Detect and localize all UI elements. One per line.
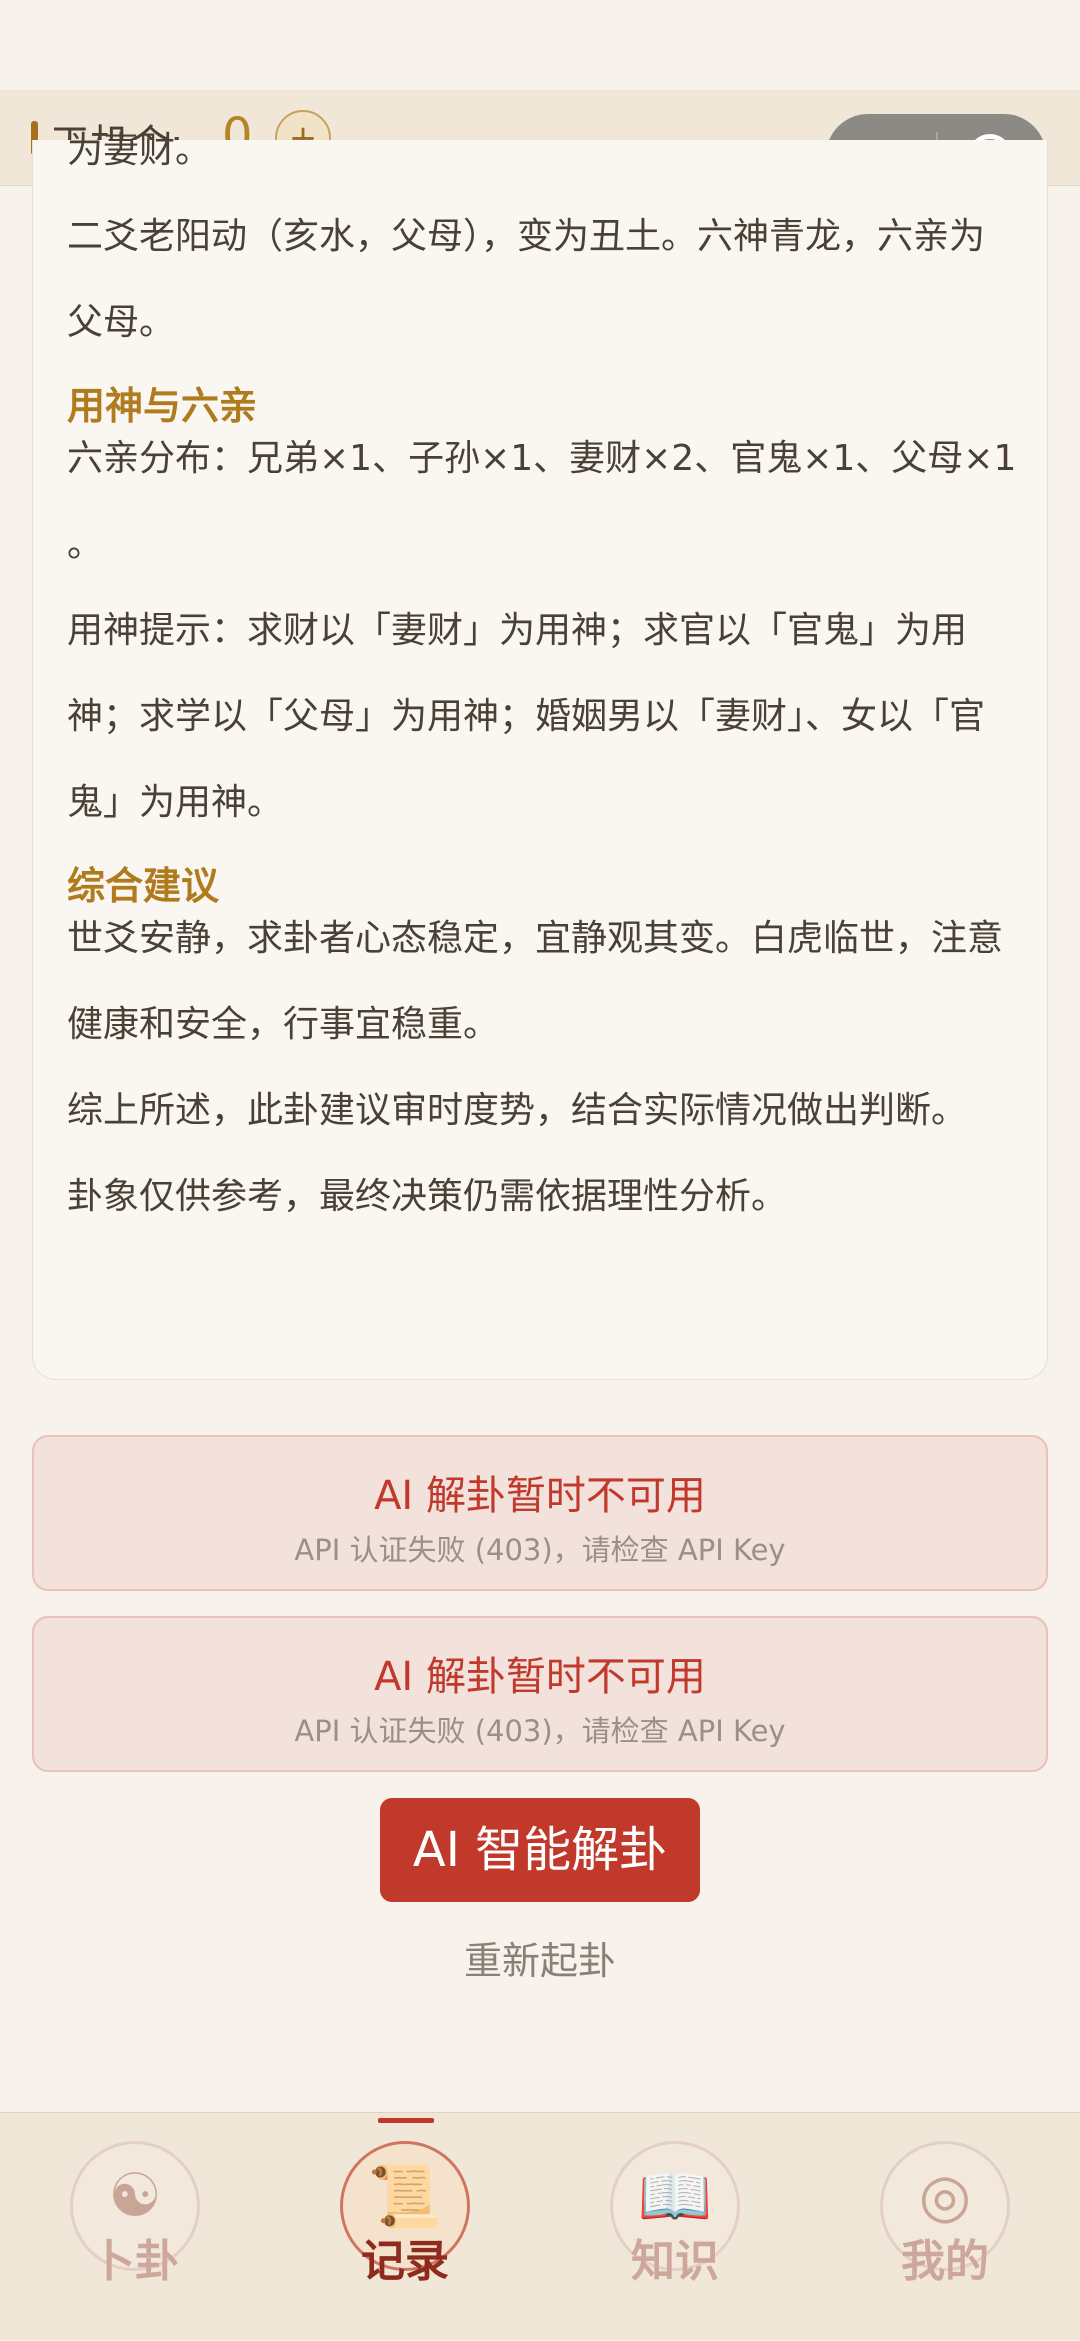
paragraph: 综上所述，此卦建议审时度势，结合实际情况做出判断。: [67, 1090, 968, 1131]
paragraph: 卦象仅供参考，最终决策仍需依据理性分析。: [67, 1176, 788, 1217]
card-body: 为妻财。 二爻老阳动（亥水，父母），变为丑土。六神青龙，六亲为父母。 用神与六亲…: [67, 130, 1017, 1240]
error-detail: API 认证失败 (403)，请检查 API Key: [294, 1533, 786, 1567]
tab-knowledge[interactable]: 📖 知识: [540, 2113, 810, 2341]
error-title: AI 解卦暂时不可用: [374, 1473, 706, 1519]
tab-label: 记录: [361, 2236, 449, 2287]
paragraph: 。: [67, 524, 104, 565]
interpretation-card: 为妻财。 二爻老阳动（亥水，父母），变为丑土。六神青龙，六亲为父母。 用神与六亲…: [32, 130, 1048, 1380]
active-tab-indicator: [378, 2118, 434, 2123]
tab-bar: ☯ 卜卦 📜 记录 📖 知识 ◎ 我的: [0, 2112, 1080, 2340]
tab-label: 我的: [901, 2236, 989, 2287]
tab-profile[interactable]: ◎ 我的: [810, 2113, 1080, 2341]
error-notice: AI 解卦暂时不可用 API 认证失败 (403)，请检查 API Key: [32, 1616, 1048, 1772]
tab-label: 知识: [631, 2236, 719, 2287]
error-detail: API 认证失败 (403)，请检查 API Key: [294, 1714, 786, 1748]
recast-link[interactable]: 重新起卦: [0, 1930, 1080, 1985]
error-notice: AI 解卦暂时不可用 API 认证失败 (403)，请检查 API Key: [32, 1435, 1048, 1591]
paragraph: 为妻财。: [67, 130, 212, 171]
status-bar: [0, 0, 1080, 90]
tab-divination[interactable]: ☯ 卜卦: [0, 2113, 270, 2341]
bagua-glyph: ☯: [108, 2161, 162, 2231]
error-title: AI 解卦暂时不可用: [374, 1654, 706, 1700]
compass-glyph: ◎: [918, 2161, 972, 2231]
paragraph: 用神提示：求财以「妻财」为用神；求官以「官鬼」为用神；求学以「父母」为用神；婚姻…: [67, 610, 986, 823]
scroll-glyph: 📜: [367, 2162, 443, 2232]
paragraph: 世爻安静，求卦者心态稳定，宜静观其变。白虎临世，注意健康和安全，行事宜稳重。: [67, 918, 1004, 1045]
book-glyph: 📖: [637, 2162, 713, 2232]
ai-interpret-button[interactable]: AI 智能解卦: [380, 1798, 700, 1902]
paragraph: 二爻老阳动（亥水，父母），变为丑土。六神青龙，六亲为父母。: [67, 216, 986, 343]
tab-records[interactable]: 📜 记录: [270, 2113, 540, 2341]
tab-label: 卜卦: [91, 2236, 179, 2287]
paragraph: 六亲分布：兄弟×1、子孙×1、妻财×2、官鬼×1、父母×1: [67, 438, 1017, 479]
